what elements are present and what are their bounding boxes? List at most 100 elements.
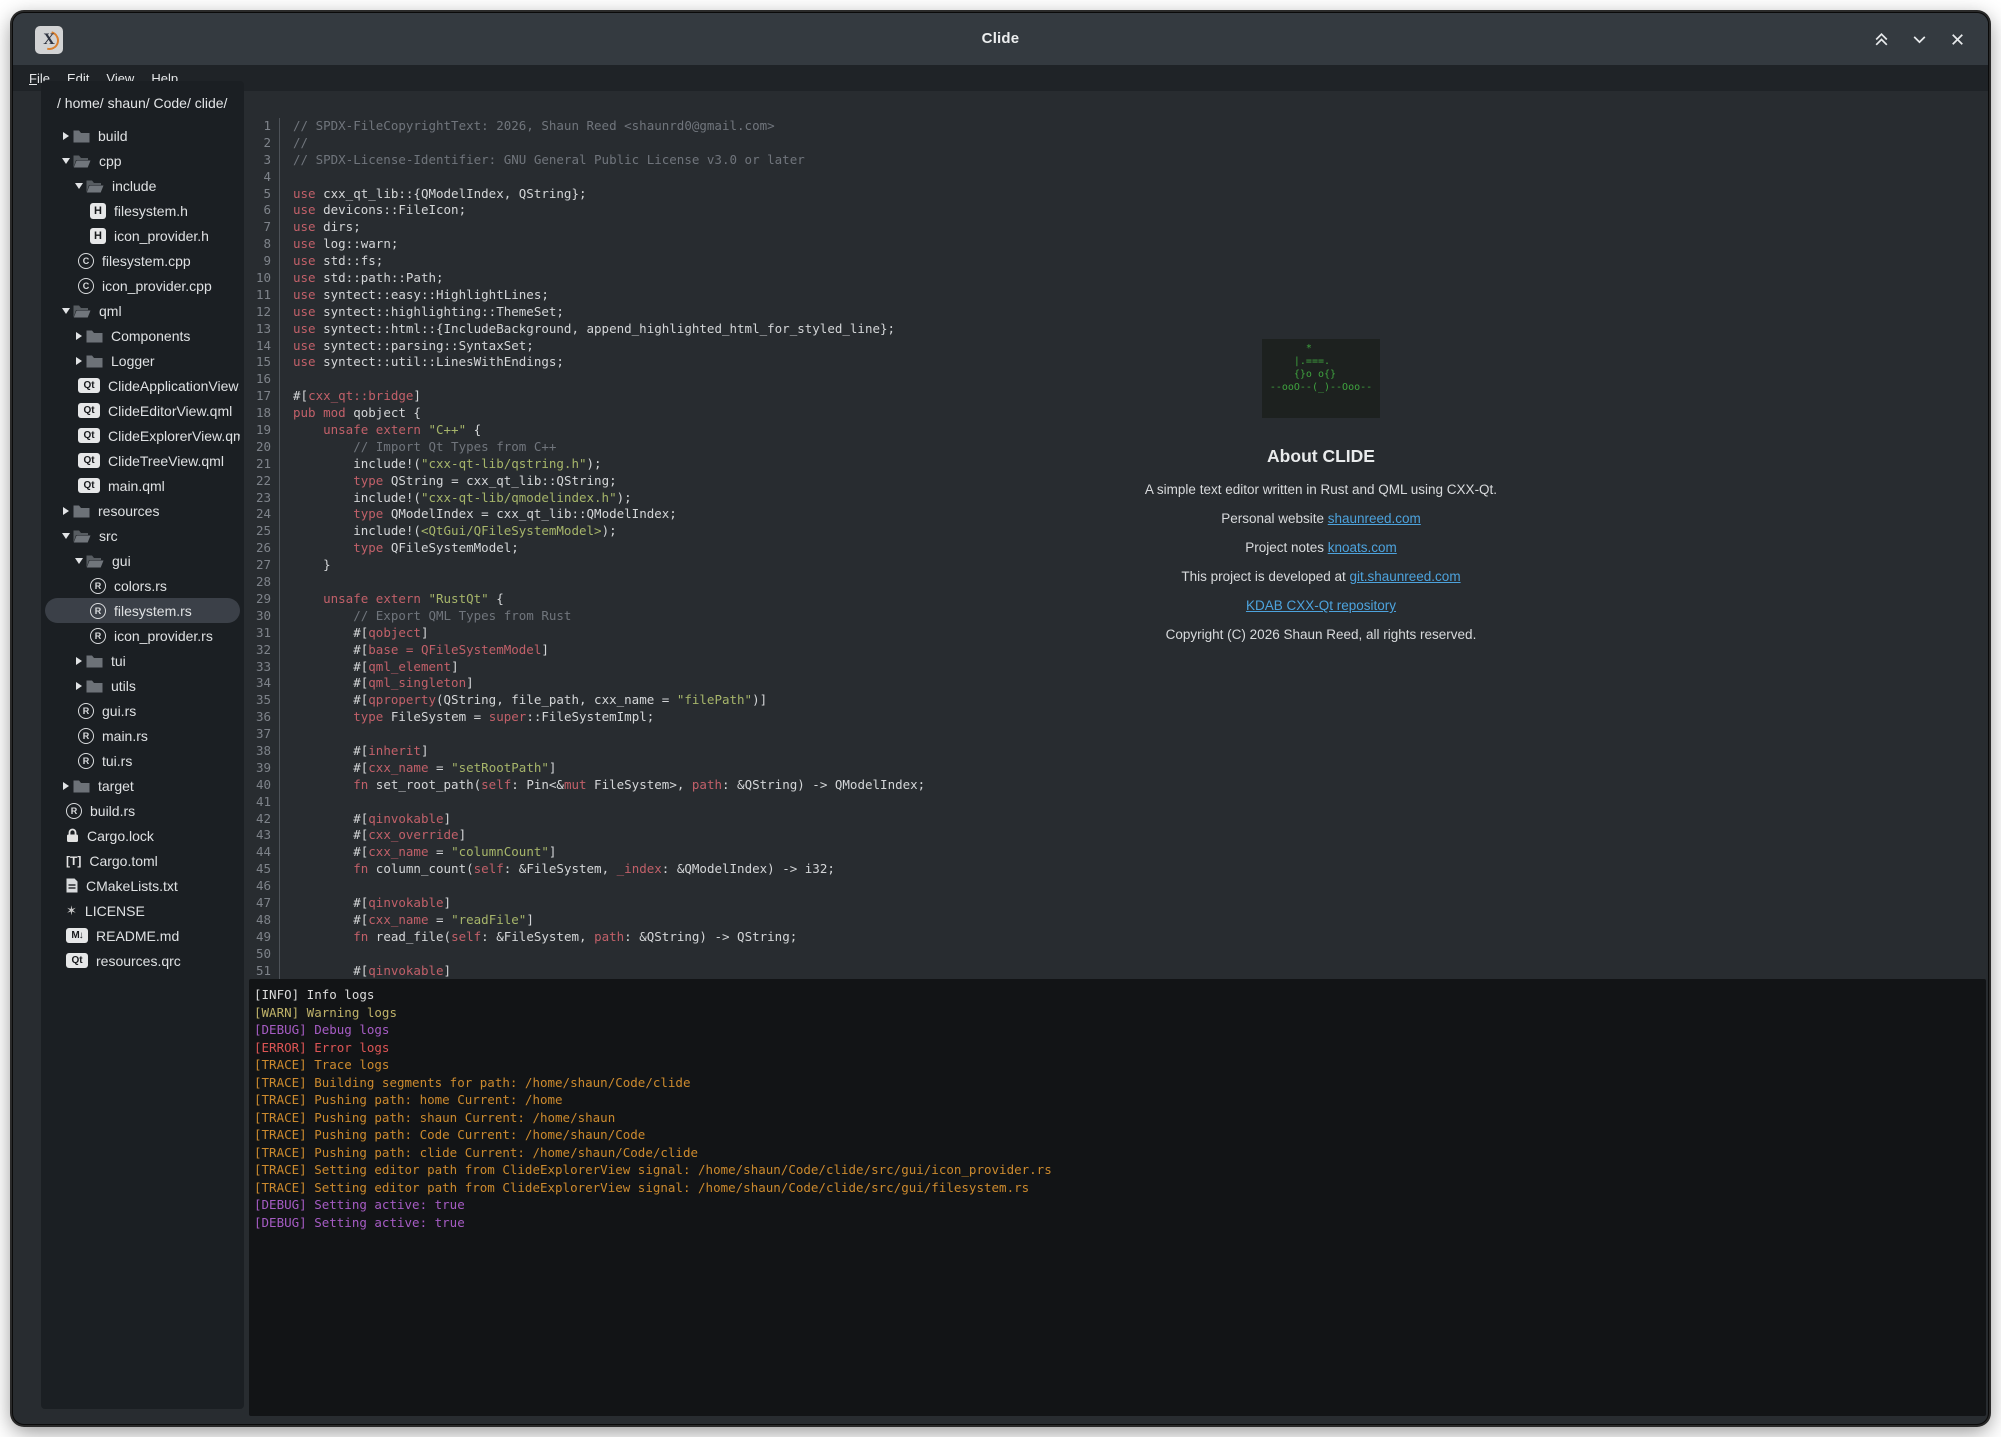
chevron-right-icon[interactable]	[71, 682, 86, 690]
tree-item-icon-provider-h[interactable]: Hicon_provider.h	[45, 223, 240, 248]
line-number: 29	[248, 591, 280, 608]
line-number: 13	[248, 321, 280, 338]
about-link-git-shaunreed-com[interactable]: git.shaunreed.com	[1350, 569, 1461, 584]
chevron-down-icon[interactable]	[58, 308, 73, 314]
tree-item-label: icon_provider.cpp	[102, 278, 212, 294]
line-number: 49	[248, 929, 280, 946]
about-link-shaunreed-com[interactable]: shaunreed.com	[1328, 511, 1421, 526]
log-line-trace: [TRACE] Setting editor path from ClideEx…	[254, 1161, 1986, 1179]
code-line-48: 48 #[cxx_name = "readFile"]	[248, 912, 1984, 929]
chevron-down-icon[interactable]	[58, 158, 73, 164]
tree-item-qml[interactable]: qml	[45, 298, 240, 323]
tree-item-label: utils	[111, 678, 136, 694]
chevron-right-icon[interactable]	[58, 132, 73, 140]
chevron-right-icon[interactable]	[58, 782, 73, 790]
tree-item-gui[interactable]: gui	[45, 548, 240, 573]
tree-item-clideeditorview-qml[interactable]: QtClideEditorView.qml	[45, 398, 240, 423]
about-paragraphs: A simple text editor written in Rust and…	[1061, 481, 1581, 643]
titlebar: Clide X	[13, 13, 1988, 65]
chevron-right-icon[interactable]	[71, 357, 86, 365]
tree-item-clidetreeview-qml[interactable]: QtClideTreeView.qml	[45, 448, 240, 473]
code-line-43: 43 #[cxx_override]	[248, 827, 1984, 844]
log-line-debug: [DEBUG] Setting active: true	[254, 1196, 1986, 1214]
tree-item-clideapplicationview-qml[interactable]: QtClideApplicationView.qml	[45, 373, 240, 398]
tree-item-resources-qrc[interactable]: Qtresources.qrc	[45, 948, 240, 973]
chevron-down-icon[interactable]	[71, 183, 86, 189]
tree-item-cargo-lock[interactable]: Cargo.lock	[45, 823, 240, 848]
tree-item-label: Components	[111, 328, 190, 344]
tree-item-resources[interactable]: resources	[45, 498, 240, 523]
tree-item-icon-provider-cpp[interactable]: Cicon_provider.cpp	[45, 273, 240, 298]
line-number: 23	[248, 490, 280, 507]
about-paragraph: Project notes knoats.com	[1061, 539, 1581, 556]
log-line-trace: [TRACE] Pushing path: clide Current: /ho…	[254, 1144, 1986, 1162]
c-header-file-icon: H	[90, 228, 106, 244]
line-number: 43	[248, 827, 280, 844]
tree-item-filesystem-rs[interactable]: Rfilesystem.rs	[45, 598, 240, 623]
code-line-10: 10use std::path::Path;	[248, 270, 1984, 287]
tree-item-label: filesystem.h	[114, 203, 188, 219]
file-explorer-panel[interactable]: / home/ shaun/ Code/ clide/ buildcppincl…	[41, 81, 244, 1409]
shade-button[interactable]	[1868, 26, 1894, 52]
line-number: 18	[248, 405, 280, 422]
folder-icon	[86, 654, 103, 668]
tree-item-filesystem-h[interactable]: Hfilesystem.h	[45, 198, 240, 223]
chevron-down-icon[interactable]	[71, 558, 86, 564]
tree-item-tui[interactable]: tui	[45, 648, 240, 673]
tree-item-tui-rs[interactable]: Rtui.rs	[45, 748, 240, 773]
tree-item-cmakelists-txt[interactable]: CMakeLists.txt	[45, 873, 240, 898]
tree-item-filesystem-cpp[interactable]: Cfilesystem.cpp	[45, 248, 240, 273]
tree-item-cargo-toml[interactable]: [T]Cargo.toml	[45, 848, 240, 873]
chevron-right-icon[interactable]	[58, 507, 73, 515]
tree-item-license[interactable]: ✶LICENSE	[45, 898, 240, 923]
app-window: Clide X	[12, 12, 1989, 1425]
tree-item-main-qml[interactable]: Qtmain.qml	[45, 473, 240, 498]
tree-item-components[interactable]: Components	[45, 323, 240, 348]
line-number: 22	[248, 473, 280, 490]
chevron-down-icon[interactable]	[58, 533, 73, 539]
tree-item-clideexplorerview-qml[interactable]: QtClideExplorerView.qml	[45, 423, 240, 448]
tree-item-logger[interactable]: Logger	[45, 348, 240, 373]
window-title: Clide	[13, 13, 1988, 65]
tree-item-utils[interactable]: utils	[45, 673, 240, 698]
qt-file-icon: Qt	[78, 378, 100, 393]
log-console[interactable]: [INFO] Info logs[WARN] Warning logs[DEBU…	[249, 979, 1986, 1416]
code-line-49: 49 fn read_file(self: &FileSystem, path:…	[248, 929, 1984, 946]
line-number: 36	[248, 709, 280, 726]
tree-item-target[interactable]: target	[45, 773, 240, 798]
tree-item-build-rs[interactable]: Rbuild.rs	[45, 798, 240, 823]
line-number: 30	[248, 608, 280, 625]
tree-item-build[interactable]: build	[45, 123, 240, 148]
app-icon-x-glyph: X	[43, 31, 55, 49]
tree-item-colors-rs[interactable]: Rcolors.rs	[45, 573, 240, 598]
about-link-knoats-com[interactable]: knoats.com	[1328, 540, 1397, 555]
tree-item-include[interactable]: include	[45, 173, 240, 198]
code-line-12: 12use syntect::highlighting::ThemeSet;	[248, 304, 1984, 321]
tree-item-icon-provider-rs[interactable]: Ricon_provider.rs	[45, 623, 240, 648]
code-line-34: 34 #[qml_singleton]	[248, 675, 1984, 692]
tree-item-readme-md[interactable]: M↓README.md	[45, 923, 240, 948]
tree-item-cpp[interactable]: cpp	[45, 148, 240, 173]
line-number: 45	[248, 861, 280, 878]
code-line-47: 47 #[qinvokable]	[248, 895, 1984, 912]
code-line-40: 40 fn set_root_path(self: Pin<&mut FileS…	[248, 777, 1984, 794]
line-number: 14	[248, 338, 280, 355]
tree-item-main-rs[interactable]: Rmain.rs	[45, 723, 240, 748]
line-number: 42	[248, 811, 280, 828]
close-button[interactable]	[1944, 26, 1970, 52]
about-link-kdab-cxx-qt-repository[interactable]: KDAB CXX-Qt repository	[1246, 598, 1396, 613]
cpp-file-icon: C	[78, 253, 94, 269]
code-line-1: 1// SPDX-FileCopyrightText: 2026, Shaun …	[248, 118, 1984, 135]
explorer-root-path: / home/ shaun/ Code/ clide/	[41, 81, 244, 111]
minimize-button[interactable]	[1906, 26, 1932, 52]
folder-icon	[86, 354, 103, 368]
line-number: 33	[248, 659, 280, 676]
chevron-right-icon[interactable]	[71, 332, 86, 340]
code-line-3: 3// SPDX-License-Identifier: GNU General…	[248, 152, 1984, 169]
chevron-right-icon[interactable]	[71, 657, 86, 665]
tree-item-gui-rs[interactable]: Rgui.rs	[45, 698, 240, 723]
tree-item-src[interactable]: src	[45, 523, 240, 548]
folder-open-icon	[73, 154, 91, 168]
tree-item-label: main.rs	[102, 728, 148, 744]
code-line-8: 8use log::warn;	[248, 236, 1984, 253]
